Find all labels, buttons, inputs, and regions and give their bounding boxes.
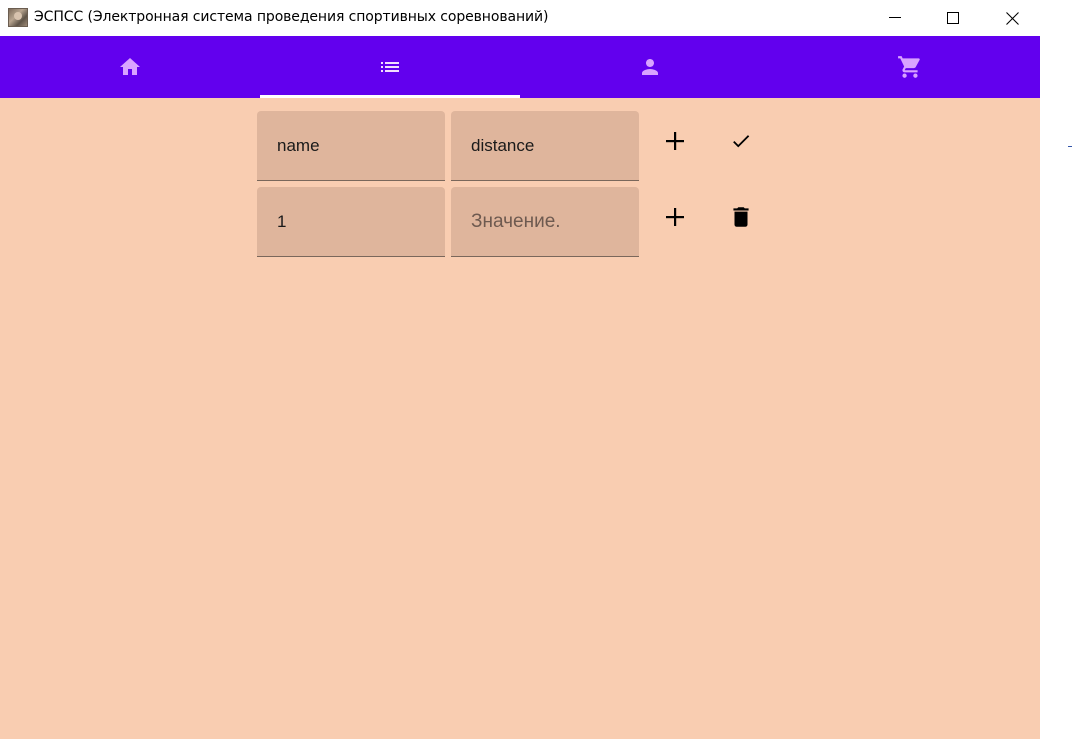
close-button[interactable] bbox=[983, 0, 1041, 36]
window-titlebar: ЭСПСС (Электронная система проведения сп… bbox=[0, 0, 1072, 36]
row-name-field[interactable] bbox=[257, 187, 445, 257]
selected-tab-indicator bbox=[260, 95, 520, 98]
tab-profile[interactable] bbox=[520, 36, 780, 98]
tab-cart[interactable] bbox=[780, 36, 1040, 98]
tab-list[interactable] bbox=[260, 36, 520, 98]
close-icon bbox=[1005, 11, 1019, 25]
person-icon bbox=[642, 59, 658, 75]
row-value-input[interactable] bbox=[451, 187, 639, 256]
plus-icon bbox=[666, 208, 684, 226]
minimize-icon bbox=[889, 17, 901, 18]
home-icon bbox=[120, 58, 140, 75]
list-icon bbox=[381, 62, 399, 72]
name-input[interactable] bbox=[257, 111, 445, 180]
trash-icon bbox=[733, 207, 749, 227]
window-title: ЭСПСС (Электронная система проведения сп… bbox=[34, 9, 549, 25]
delete-row-button[interactable] bbox=[723, 199, 759, 235]
check-icon bbox=[733, 135, 750, 148]
confirm-button[interactable] bbox=[723, 123, 759, 159]
distance-input[interactable] bbox=[451, 111, 639, 180]
add-row-button[interactable] bbox=[657, 199, 693, 235]
app-logo-icon bbox=[8, 8, 28, 27]
maximize-button[interactable] bbox=[924, 0, 982, 36]
cart-icon bbox=[898, 56, 920, 78]
name-field[interactable] bbox=[257, 111, 445, 181]
plus-icon bbox=[666, 132, 684, 150]
add-column-button[interactable] bbox=[657, 123, 693, 159]
row-name-input[interactable] bbox=[257, 187, 445, 256]
maximize-icon bbox=[947, 12, 959, 24]
distance-field[interactable] bbox=[451, 111, 639, 181]
row-value-field[interactable] bbox=[451, 187, 639, 257]
tab-home[interactable] bbox=[0, 36, 260, 98]
bottom-navigation-bar bbox=[0, 36, 1040, 98]
edge-artifact bbox=[1068, 146, 1072, 147]
app-content bbox=[0, 36, 1040, 739]
minimize-button[interactable] bbox=[866, 0, 924, 36]
